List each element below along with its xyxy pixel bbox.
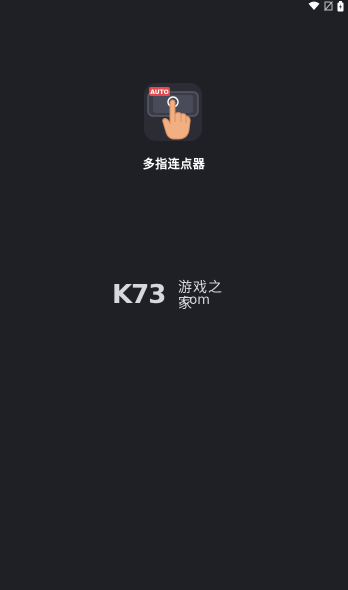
app-name-label: 多指连点器 <box>142 157 206 171</box>
wifi-icon <box>308 1 320 11</box>
watermark-domain: .com <box>178 293 210 308</box>
splash-screen: AUTO 多指连点器 K73 游戏之家 .com <box>0 0 348 590</box>
sim-off-icon <box>324 1 333 11</box>
app-icon-badge: AUTO <box>150 89 169 96</box>
status-bar <box>308 0 344 12</box>
k73-watermark-logo: K73 游戏之家 .com <box>112 279 237 312</box>
app-icon: AUTO <box>144 83 202 141</box>
battery-icon <box>337 0 344 12</box>
watermark-brand: K73 <box>112 280 166 310</box>
